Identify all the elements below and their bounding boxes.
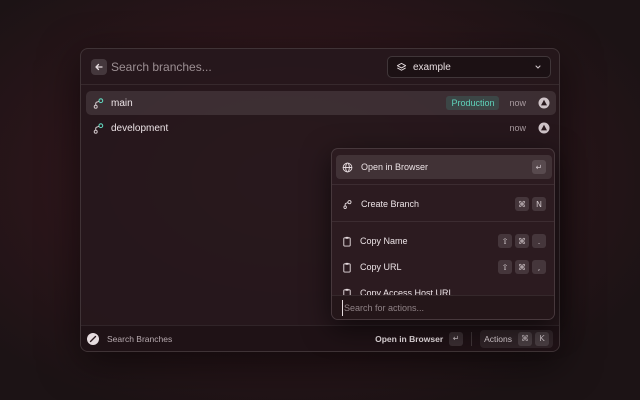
menu-item-label: Copy URL: [360, 262, 402, 272]
app-logo-icon: [87, 332, 99, 345]
menu-item-label: Copy Name: [360, 236, 408, 246]
menu-divider: [332, 184, 554, 185]
period-key: .: [532, 234, 546, 248]
command-key: ⌘: [515, 197, 529, 211]
branch-name: development: [111, 122, 169, 134]
return-key: ↵: [532, 160, 546, 174]
primary-action-button[interactable]: Open in Browser: [375, 334, 443, 344]
git-branch-icon: [93, 97, 104, 109]
comma-key: ,: [532, 260, 546, 274]
search-input[interactable]: [111, 57, 371, 77]
command-key: ⌘: [515, 260, 529, 274]
branch-time: now: [509, 123, 526, 133]
vercel-avatar-icon: [538, 122, 550, 134]
clipboard-icon: [343, 262, 351, 273]
shift-key: ⇧: [498, 234, 512, 248]
menu-item-copy-url[interactable]: Copy URL ⇧ ⌘ ,: [336, 255, 552, 279]
arrow-left-icon: [95, 63, 103, 71]
divider: [471, 331, 473, 346]
branch-name: main: [111, 97, 133, 109]
return-key: ↵: [449, 331, 464, 346]
globe-icon: [342, 162, 353, 172]
menu-item-copy-name[interactable]: Copy Name ⇧ ⌘ .: [336, 229, 552, 253]
project-dropdown[interactable]: example: [387, 56, 551, 78]
menu-item-open-in-browser[interactable]: Open in Browser ↵: [336, 155, 552, 179]
footer-title: Search Branches: [107, 333, 173, 344]
project-dropdown-value: example: [413, 61, 451, 73]
chevron-down-icon: [535, 65, 541, 69]
action-bar: Search Branches Open in Browser ↵ Action…: [81, 325, 559, 351]
status-badge: Production: [446, 96, 500, 110]
actions-search: [332, 295, 554, 319]
command-key: ⌘: [515, 234, 529, 248]
command-key: ⌘: [518, 331, 532, 346]
actions-menu: Open in Browser ↵ Create Branch ⌘ N Copy…: [331, 148, 555, 320]
n-key: N: [532, 197, 546, 211]
menu-item-label: Create Branch: [361, 199, 420, 209]
git-branch-icon: [93, 122, 104, 134]
shift-key: ⇧: [498, 260, 512, 274]
menu-divider: [332, 221, 554, 222]
branch-time: now: [509, 98, 526, 108]
git-branch-icon: [343, 199, 352, 209]
clipboard-icon: [343, 236, 351, 247]
menu-item-create-branch[interactable]: Create Branch ⌘ N: [336, 192, 552, 216]
layers-icon: [396, 62, 407, 71]
back-button[interactable]: [91, 59, 107, 75]
k-key: K: [535, 331, 549, 346]
menu-item-copy-access-host-url[interactable]: Copy Access Host URL: [336, 281, 552, 296]
search-bar: example: [81, 49, 559, 85]
branch-row-main[interactable]: main Production now: [86, 91, 556, 115]
menu-item-label: Open in Browser: [361, 162, 429, 172]
actions-label: Actions: [484, 333, 512, 344]
branch-row-development[interactable]: development now: [86, 116, 556, 140]
vercel-avatar-icon: [538, 97, 550, 109]
actions-button[interactable]: Actions ⌘ K: [480, 329, 553, 348]
actions-search-input[interactable]: [342, 300, 542, 316]
